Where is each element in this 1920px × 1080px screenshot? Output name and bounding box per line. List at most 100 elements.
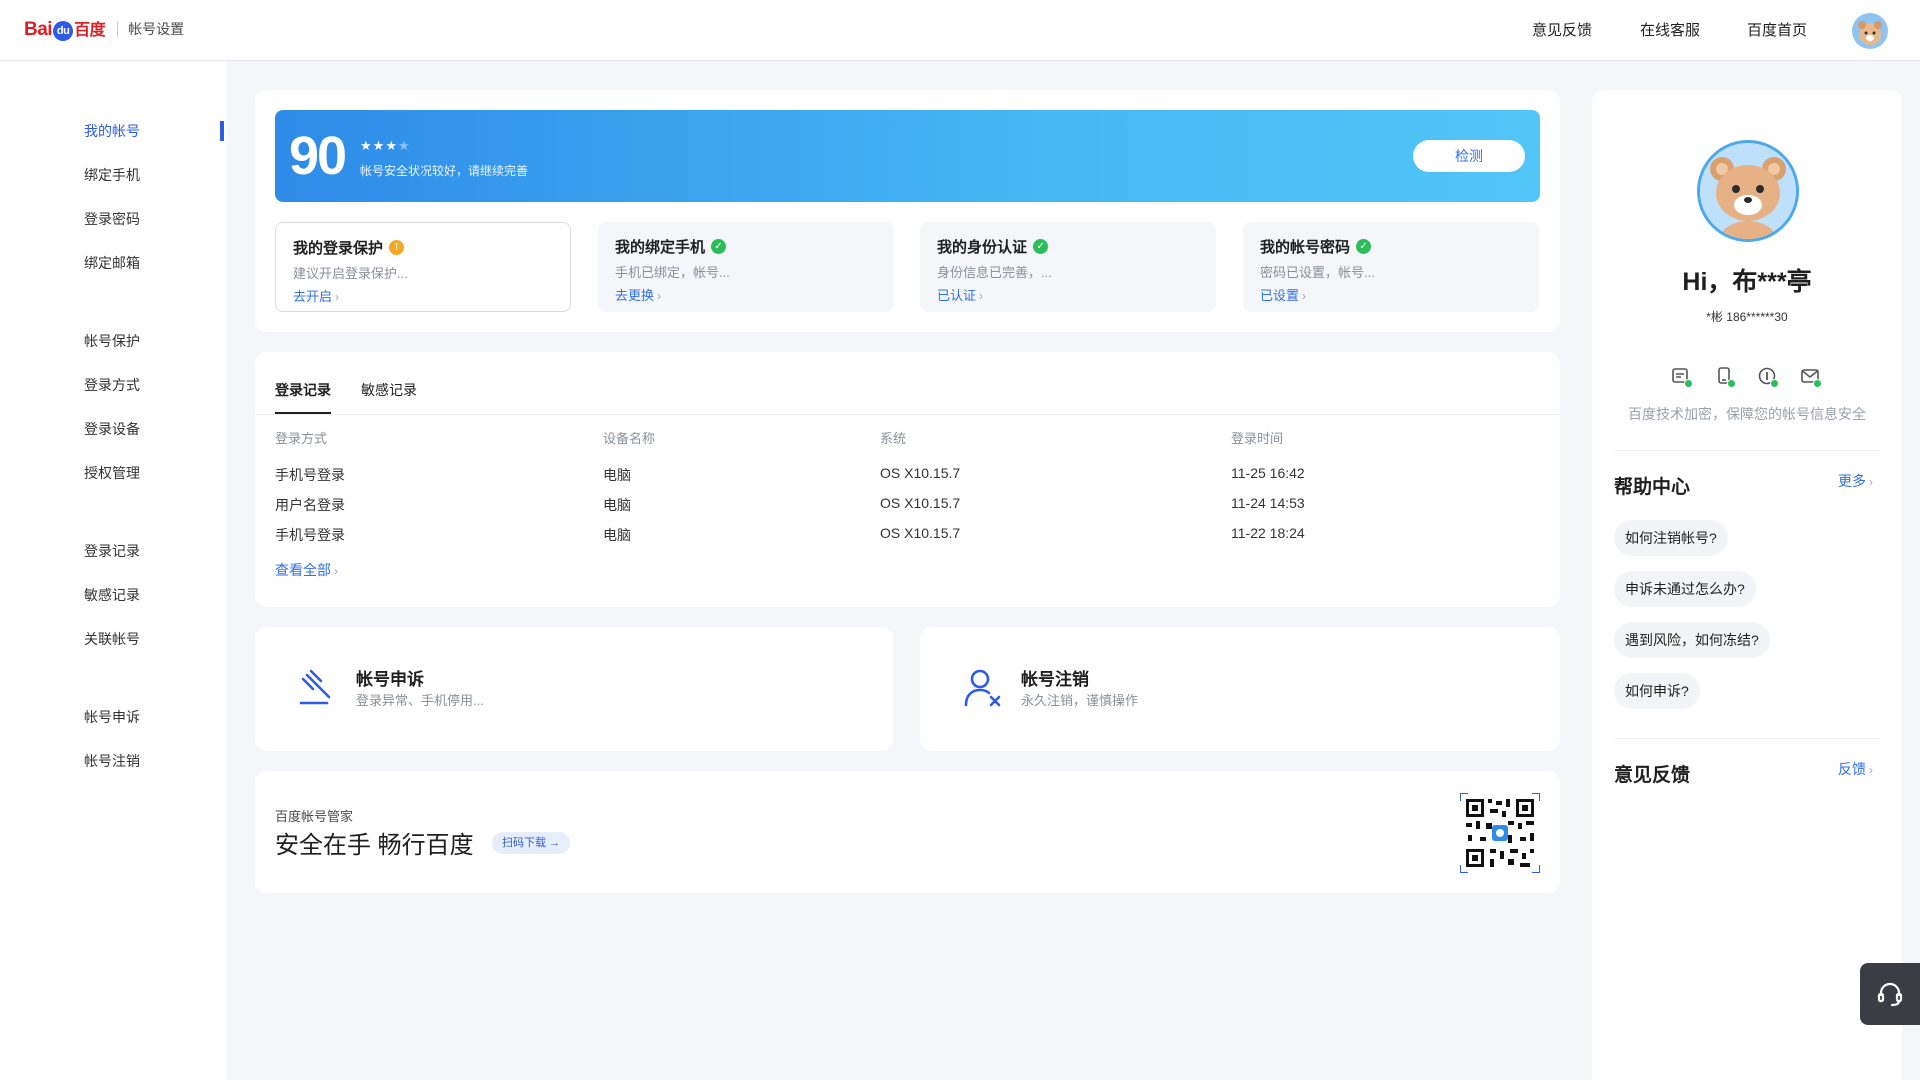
nav-feedback[interactable]: 意见反馈 (1532, 19, 1592, 40)
headset-icon (1877, 982, 1903, 1007)
identity-verified-link[interactable]: 已认证 › (937, 285, 983, 304)
password-set-link[interactable]: 已设置 › (1260, 285, 1306, 304)
star-icon: ★ (360, 138, 373, 153)
sidebar-item-account-cancel[interactable]: 帐号注销 (84, 751, 140, 771)
status-title: 我的帐号密码 (1260, 239, 1351, 256)
profile-avatar[interactable] (1697, 140, 1799, 242)
feedback-title: 意见反馈 (1614, 765, 1691, 786)
cell-device: 电脑 (603, 497, 631, 513)
help-question[interactable]: 如何申诉? (1614, 673, 1700, 709)
sidebar-item-login-password[interactable]: 登录密码 (84, 209, 140, 229)
security-score: 90 (289, 126, 347, 186)
sidebar-item-login-records[interactable]: 登录记录 (84, 541, 140, 561)
help-more-link[interactable]: 更多 › (1838, 471, 1873, 491)
sidebar-item-linked-accounts[interactable]: 关联帐号 (84, 629, 140, 649)
detect-button[interactable]: 检测 (1413, 140, 1525, 172)
security-stars: ★★★★ (360, 138, 411, 154)
appeal-title: 帐号申诉 (356, 670, 424, 689)
chevron-right-icon: › (979, 289, 984, 303)
warning-icon: ! (389, 240, 405, 255)
cell-time: 11-25 16:42 (1231, 465, 1305, 481)
help-question[interactable]: 遇到风险，如何冻结? (1614, 622, 1770, 658)
status-title: 我的登录保护 (293, 240, 384, 257)
top-header: Bai du 百度 帐号设置 意见反馈 在线客服 百度首页 (0, 0, 1920, 61)
ok-dot (1684, 379, 1693, 388)
security-icons-row (1670, 365, 1822, 388)
email-icon[interactable] (1799, 365, 1822, 388)
app-name: 百度帐号管家 (275, 809, 354, 824)
status-link-text: 去更换 (615, 288, 655, 303)
help-more-text: 更多 (1838, 473, 1866, 489)
sidebar-item-bind-email[interactable]: 绑定邮箱 (84, 253, 140, 273)
sidebar-item-authorization[interactable]: 授权管理 (84, 463, 140, 483)
cell-login-method: 用户名登录 (275, 497, 345, 513)
cell-device: 电脑 (603, 527, 631, 543)
star-icon: ★ (372, 138, 386, 153)
baidu-logo[interactable]: Bai du 百度 帐号设置 (24, 14, 184, 44)
status-desc: 建议开启登录保护... (293, 266, 408, 281)
gavel-icon (299, 669, 331, 705)
appeal-desc: 登录异常、手机停用... (356, 693, 484, 708)
tab-login-records[interactable]: 登录记录 (275, 380, 331, 414)
logo-text-bai: Bai (24, 19, 53, 40)
status-title: 我的身份认证 (937, 239, 1028, 256)
feedback-link-text: 反馈 (1838, 761, 1866, 777)
floating-support-button[interactable] (1860, 963, 1920, 1025)
help-question[interactable]: 如何注销帐号? (1614, 520, 1728, 556)
nav-baidu-home[interactable]: 百度首页 (1747, 19, 1807, 40)
status-desc: 身份信息已完善，... (937, 265, 1052, 280)
column-header-device: 设备名称 (603, 431, 656, 446)
user-remove-icon (964, 669, 1001, 707)
check-icon: ✓ (1033, 239, 1049, 254)
check-icon: ✓ (1356, 239, 1372, 254)
status-desc: 手机已绑定，帐号... (615, 265, 730, 280)
help-question[interactable]: 申诉未通过怎么办? (1614, 571, 1756, 607)
status-link-text: 已认证 (937, 288, 977, 303)
status-bind-phone[interactable]: 我的绑定手机 ✓ 手机已绑定，帐号... 去更换 › (598, 222, 894, 312)
cell-time: 11-22 18:24 (1231, 525, 1305, 541)
page-title: 帐号设置 (128, 21, 185, 37)
sidebar-item-login-devices[interactable]: 登录设备 (84, 419, 140, 439)
identity-icon[interactable] (1756, 365, 1779, 388)
status-password[interactable]: 我的帐号密码 ✓ 密码已设置，帐号... 已设置 › (1243, 222, 1539, 312)
security-note: 百度技术加密，保障您的帐号信息安全 (1628, 406, 1866, 422)
status-login-protection[interactable]: 我的登录保护! 建议开启登录保护... 去开启 › (275, 222, 571, 312)
security-description: 帐号安全状况较好，请继续完善 (360, 164, 529, 178)
change-phone-link[interactable]: 去更换 › (615, 285, 661, 304)
logo-divider (117, 21, 119, 37)
nav-online-service[interactable]: 在线客服 (1640, 19, 1700, 40)
view-all-link[interactable]: 查看全部 › (275, 560, 338, 580)
logo-text-cn: 百度 (74, 22, 106, 39)
sidebar-item-login-method[interactable]: 登录方式 (84, 375, 140, 395)
help-center-title: 帮助中心 (1614, 477, 1691, 498)
chevron-right-icon: › (335, 290, 340, 304)
user-avatar[interactable] (1852, 13, 1888, 49)
sidebar-item-my-account[interactable]: 我的帐号 (84, 121, 140, 141)
sidebar-item-sensitive-records[interactable]: 敏感记录 (84, 585, 140, 605)
enable-protection-link[interactable]: 去开启 › (293, 286, 339, 305)
account-card-icon[interactable] (1670, 365, 1693, 388)
tab-divider (255, 414, 1560, 415)
status-link-text: 已设置 (1260, 288, 1300, 303)
scan-download-button[interactable]: 扫码下载 → (492, 832, 571, 854)
sidebar-item-account-appeal[interactable]: 帐号申诉 (84, 707, 140, 727)
chevron-right-icon: › (1869, 475, 1873, 489)
cell-login-method: 手机号登录 (275, 467, 345, 483)
sidebar-item-account-protection[interactable]: 帐号保护 (84, 331, 140, 351)
divider (1614, 738, 1880, 739)
tab-sensitive-records[interactable]: 敏感记录 (361, 380, 417, 414)
appeal-card[interactable] (255, 627, 893, 751)
app-slogan: 安全在手 畅行百度 (275, 832, 474, 859)
phone-icon[interactable] (1713, 365, 1736, 388)
cell-time: 11-24 14:53 (1231, 495, 1305, 511)
cancel-account-desc: 永久注销，谨慎操作 (1021, 693, 1139, 708)
sidebar-item-bind-phone[interactable]: 绑定手机 (84, 165, 140, 185)
feedback-link[interactable]: 反馈 › (1838, 759, 1873, 779)
profile-phone: *彬 186******30 (1706, 310, 1788, 324)
cancel-account-card[interactable] (920, 627, 1560, 751)
status-desc: 密码已设置，帐号... (1260, 265, 1375, 280)
qr-code-image (1460, 793, 1540, 873)
star-icon: ★ (385, 138, 398, 153)
ok-dot (1770, 379, 1779, 388)
status-identity[interactable]: 我的身份认证 ✓ 身份信息已完善，... 已认证 › (920, 222, 1216, 312)
